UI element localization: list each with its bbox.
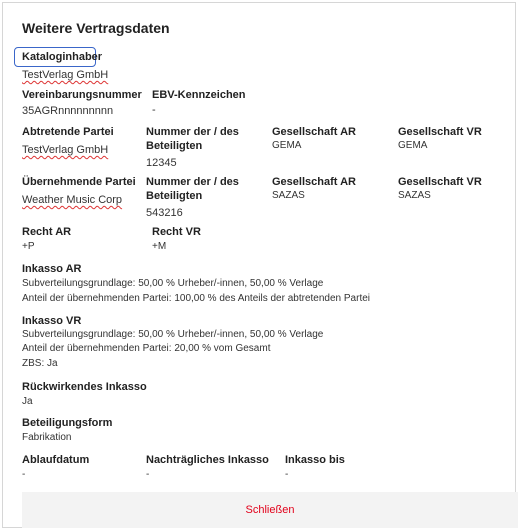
recht-vr-value: +M <box>152 241 167 252</box>
dialog-title: Weitere Vertragsdaten <box>22 20 170 36</box>
uebernehmende-nummer-label-2: Beteiligten <box>146 190 203 202</box>
rueckwirkendes-inkasso-value: Ja <box>22 396 33 407</box>
ablaufdatum-value: - <box>22 469 26 480</box>
close-button[interactable]: Schließen <box>22 492 518 528</box>
dialog-footer: Schließen <box>22 492 518 528</box>
kataloginhaber-label: Kataloginhaber <box>22 51 103 63</box>
nachtraegliches-inkasso-label: Nachträgliches Inkasso <box>146 454 269 466</box>
uebernehmende-gesellschaft-vr-label: Gesellschaft VR <box>398 176 482 188</box>
abtretende-gesellschaft-vr-value: GEMA <box>398 140 428 151</box>
ablaufdatum-label: Ablaufdatum <box>22 454 90 466</box>
kataloginhaber-value: TestVerlag GmbH <box>22 69 109 81</box>
abtretende-nummer-label-1: Nummer der / des <box>146 126 239 138</box>
recht-ar-value: +P <box>22 241 35 252</box>
inkasso-vr-label: Inkasso VR <box>22 315 82 327</box>
inkasso-vr-line-3: ZBS: Ja <box>22 358 58 369</box>
vereinbarungsnummer-value: 35AGRnnnnnnnnn <box>22 105 114 117</box>
nachtraegliches-inkasso-value: - <box>146 469 150 480</box>
abtretende-gesellschaft-ar-label: Gesellschaft AR <box>272 126 356 138</box>
beteiligungsform-value: Fabrikation <box>22 432 72 443</box>
vereinbarungsnummer-label: Vereinbarungsnummer <box>22 89 142 101</box>
abtretende-gesellschaft-ar-value: GEMA <box>272 140 302 151</box>
rueckwirkendes-inkasso-label: Rückwirkendes Inkasso <box>22 381 147 393</box>
beteiligungsform-label: Beteiligungsform <box>22 417 113 429</box>
inkasso-vr-line-2: Anteil der übernehmenden Partei: 20,00 %… <box>22 343 271 354</box>
inkasso-bis-value: - <box>285 469 289 480</box>
uebernehmende-nummer-value: 543216 <box>146 207 183 219</box>
recht-vr-label: Recht VR <box>152 226 201 238</box>
recht-ar-label: Recht AR <box>22 226 72 238</box>
abtretende-partei-value: TestVerlag GmbH <box>22 144 109 156</box>
uebernehmende-gesellschaft-vr-value: SAZAS <box>398 190 431 201</box>
abtretende-gesellschaft-vr-label: Gesellschaft VR <box>398 126 482 138</box>
uebernehmende-partei-label: Übernehmende Partei <box>22 176 136 188</box>
inkasso-bis-label: Inkasso bis <box>285 454 345 466</box>
abtretende-nummer-label-2: Beteiligten <box>146 140 203 152</box>
uebernehmende-partei-value: Weather Music Corp <box>22 194 123 206</box>
inkasso-ar-line-1: Subverteilungsgrundlage: 50,00 % Urheber… <box>22 278 324 289</box>
abtretende-partei-label: Abtretende Partei <box>22 126 114 138</box>
inkasso-ar-label: Inkasso AR <box>22 263 82 275</box>
inkasso-ar-line-2: Anteil der übernehmenden Partei: 100,00 … <box>22 293 371 304</box>
inkasso-vr-line-1: Subverteilungsgrundlage: 50,00 % Urheber… <box>22 329 324 340</box>
uebernehmende-nummer-label-1: Nummer der / des <box>146 176 239 188</box>
uebernehmende-gesellschaft-ar-value: SAZAS <box>272 190 305 201</box>
ebv-kennzeichen-label: EBV-Kennzeichen <box>152 89 246 101</box>
uebernehmende-gesellschaft-ar-label: Gesellschaft AR <box>272 176 356 188</box>
ebv-kennzeichen-value: - <box>152 104 156 116</box>
abtretende-nummer-value: 12345 <box>146 157 177 169</box>
